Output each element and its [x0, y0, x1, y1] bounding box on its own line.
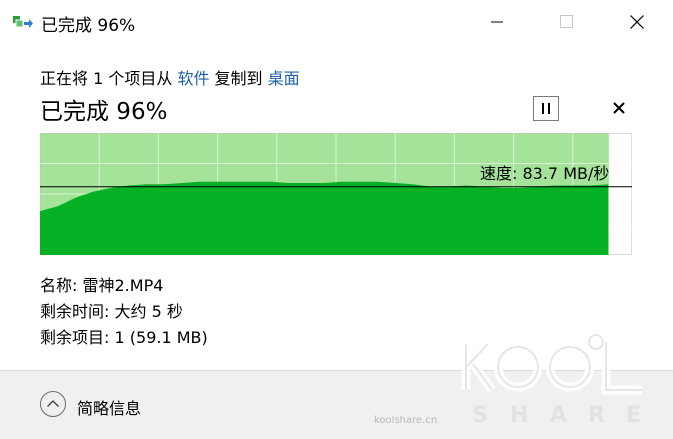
pause-button[interactable]: [533, 96, 559, 121]
detail-time-label: 剩余时间:: [40, 302, 110, 321]
progress-status: 已完成 96%: [40, 99, 168, 125]
detail-items-value: 1 (59.1 MB): [114, 328, 208, 347]
copy-prefix: 正在将 1 个项目从: [40, 69, 178, 88]
minimize-icon: [491, 21, 503, 23]
copy-description: 正在将 1 个项目从 软件 复制到 桌面: [40, 65, 300, 89]
speed-graph: [40, 133, 632, 255]
destination-folder-link[interactable]: 桌面: [268, 69, 300, 88]
copy-middle: 复制到: [209, 69, 268, 88]
stop-icon: [613, 102, 625, 114]
detail-time-value: 大约 5 秒: [114, 302, 183, 321]
maximize-icon: [560, 15, 573, 28]
speed-label: 速度: 83.7 MB/秒: [480, 164, 610, 183]
detail-items-row: 剩余项目: 1 (59.1 MB): [40, 325, 208, 351]
detail-name-value: 雷神2.MP4: [82, 276, 164, 295]
transfer-details: 名称: 雷神2.MP4 剩余时间: 大约 5 秒 剩余项目: 1 (59.1 M…: [40, 273, 208, 351]
svg-text:E: E: [626, 403, 641, 428]
detail-items-label: 剩余项目:: [40, 328, 110, 347]
watermark-domain: koolshare.cn: [374, 415, 438, 426]
detail-name-label: 名称:: [40, 276, 78, 295]
close-window-button[interactable]: [614, 0, 660, 44]
svg-text:A: A: [550, 403, 567, 428]
fewer-details-label[interactable]: 简略信息: [77, 395, 141, 419]
minimize-button[interactable]: [474, 0, 520, 44]
svg-text:R: R: [588, 403, 605, 428]
chevron-up-icon: [40, 391, 66, 417]
source-folder-link[interactable]: 软件: [177, 69, 209, 88]
close-icon: [630, 15, 644, 29]
copy-files-icon: [13, 14, 33, 30]
maximize-button[interactable]: [543, 0, 589, 44]
fewer-details-toggle[interactable]: [39, 390, 67, 418]
svg-text:H: H: [510, 403, 528, 428]
window-title: 已完成 96%: [41, 16, 136, 36]
detail-name-row: 名称: 雷神2.MP4: [40, 273, 208, 299]
graph-speed-area: [40, 181, 609, 255]
detail-time-row: 剩余时间: 大约 5 秒: [40, 299, 208, 325]
stop-button[interactable]: [608, 97, 630, 119]
title-bar: 已完成 96%: [0, 0, 673, 44]
pause-icon: [542, 103, 550, 114]
svg-text:S: S: [472, 403, 488, 428]
